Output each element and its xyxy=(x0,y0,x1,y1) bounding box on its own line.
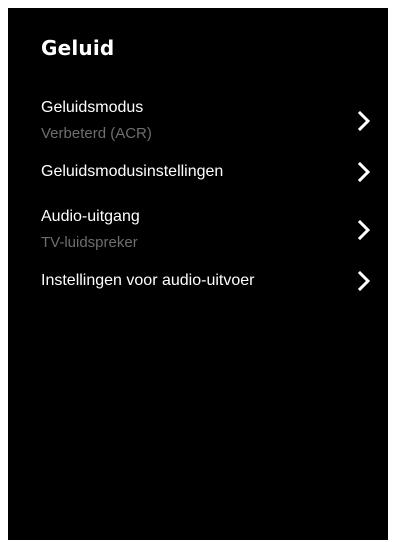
menu-item-label: Instellingen voor audio-uitvoer xyxy=(41,272,255,289)
menu-item-label: Geluidsmodusinstellingen xyxy=(41,163,224,180)
menu-item-text: Audio-uitgang TV-luidspreker xyxy=(41,206,356,254)
panel-title: Geluid xyxy=(41,36,115,60)
menu-item-text: Geluidsmodus Verbeterd (ACR) xyxy=(41,97,356,145)
menu-item-sound-mode[interactable]: Geluidsmodus Verbeterd (ACR) xyxy=(8,91,388,151)
chevron-right-icon xyxy=(356,110,372,132)
menu-item-audio-output[interactable]: Audio-uitgang TV-luidspreker xyxy=(8,200,388,260)
menu-item-text: Instellingen voor audio-uitvoer xyxy=(41,270,356,292)
settings-panel: Geluid Geluidsmodus Verbeterd (ACR) Gelu… xyxy=(8,8,388,540)
menu-item-value: Verbeterd (ACR) xyxy=(41,125,152,142)
chevron-right-icon xyxy=(356,270,372,292)
menu-item-text: Geluidsmodusinstellingen xyxy=(41,161,356,183)
menu-item-label: Audio-uitgang xyxy=(41,208,140,225)
menu-item-sound-mode-settings[interactable]: Geluidsmodusinstellingen xyxy=(8,156,388,188)
settings-menu: Geluidsmodus Verbeterd (ACR) Geluidsmodu… xyxy=(8,91,388,309)
menu-item-value: TV-luidspreker xyxy=(41,234,138,251)
chevron-right-icon xyxy=(356,219,372,241)
menu-item-audio-output-settings[interactable]: Instellingen voor audio-uitvoer xyxy=(8,265,388,297)
menu-item-label: Geluidsmodus xyxy=(41,99,144,116)
chevron-right-icon xyxy=(356,161,372,183)
